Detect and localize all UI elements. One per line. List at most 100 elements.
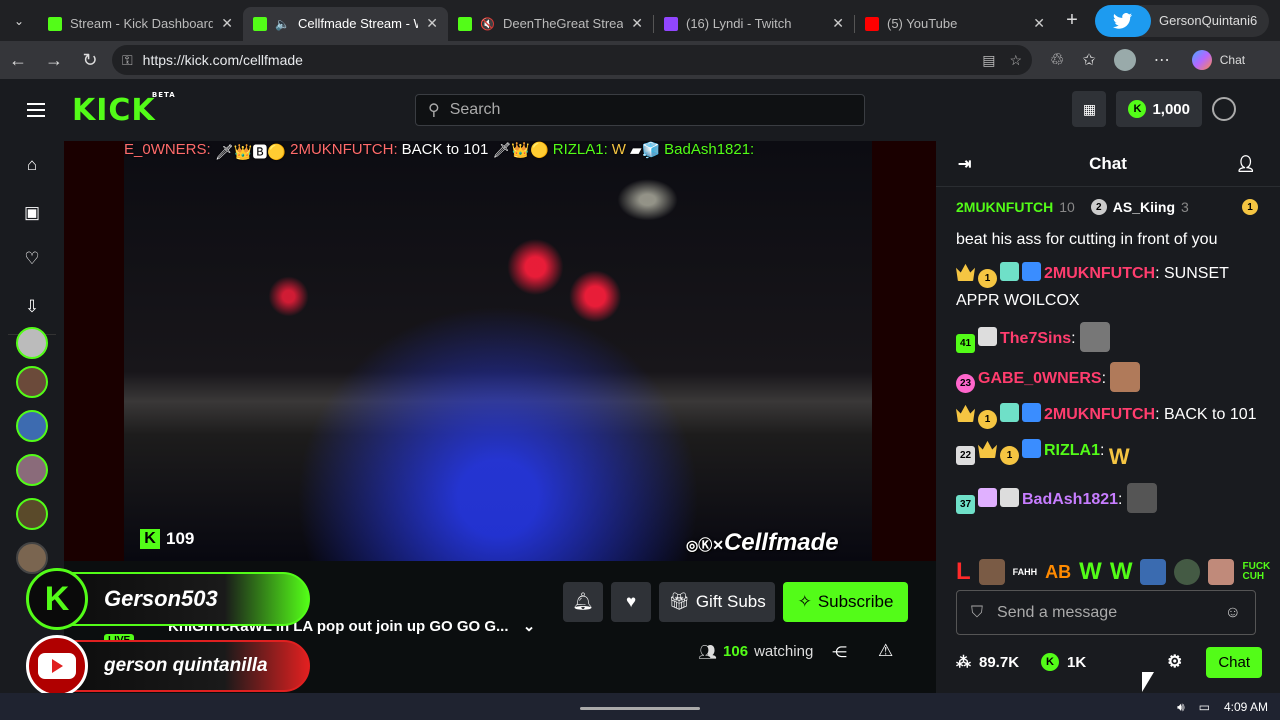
send-chat-button[interactable]: Chat [1206,646,1262,678]
overlay-badges: 🗡👑🟡 [492,142,549,159]
chat-message: 1 2MUKNFUTCH: SUNSET APPR WOILCOX [956,261,1262,313]
copilot-chat-button[interactable]: Chat [1191,50,1245,70]
chat-username[interactable]: BadAsh1821 [1022,491,1118,508]
crown-badge-icon [956,404,975,422]
emote-w[interactable]: W [1110,558,1133,586]
followed-channel-avatar[interactable] [16,498,48,530]
chat-username[interactable]: RIZLA1 [1044,442,1100,459]
following-heart-icon[interactable]: ♡ [22,249,42,269]
gifter-name[interactable]: AS_Kiing [1113,199,1175,215]
favorites-icon[interactable]: ✩ [1082,50,1095,70]
report-warning-icon[interactable]: ⚠ [878,641,893,661]
emote-image[interactable] [1208,559,1235,585]
categories-icon[interactable]: ⇩ [22,297,42,317]
kick-coins-button[interactable]: K 1,000 [1116,91,1202,127]
kick-k-icon: K [26,568,88,630]
hamburger-menu-icon[interactable] [0,103,72,117]
chat-message-input[interactable]: ⛉ Send a message ☺ [956,590,1256,635]
chat-messages: beat his ass for cutting in front of you… [956,227,1262,545]
chevron-down-icon[interactable]: ⌄ [523,618,536,635]
profile-pill[interactable]: GersonQuintani6 [1095,4,1270,37]
site-info-icon[interactable]: ⚿ [122,52,133,69]
battery-icon[interactable]: ▭ [1199,700,1210,715]
close-tab-icon[interactable]: ✕ [1033,15,1045,32]
emote-w[interactable]: W [1079,558,1102,586]
follow-heart-button[interactable]: ♥ [611,582,651,622]
channel-points[interactable]: 89.7K [979,654,1019,671]
followed-channel-avatar[interactable] [16,410,48,442]
overlay-user: 2MUKNFUTCH: [290,141,398,158]
emote-image[interactable] [1140,559,1167,585]
profile-name: GersonQuintani6 [1159,13,1258,28]
settings-gear-icon[interactable]: ⚙ [1167,652,1182,672]
favorite-star-icon[interactable]: ☆ [1009,52,1022,69]
kick-logo[interactable]: KICK BETA [72,91,175,128]
browser-addressbar: ← → ↻ ⚿ https://kick.com/cellfmade ▤ ☆ ♲… [0,41,1280,79]
browse-icon[interactable]: ▣ [22,203,42,223]
viewer-badge: K 109 [140,529,194,549]
gifter-name[interactable]: 2MUKNFUTCH [956,199,1053,215]
tab-deenthegreat[interactable]: 🔇 DeenTheGreat Stream - ✕ [448,7,653,41]
tab-title: DeenTheGreat Stream - [502,16,624,31]
emote-image[interactable] [1174,559,1201,585]
home-icon[interactable]: ⌂ [22,155,42,175]
emote-face[interactable] [978,559,1005,585]
clock[interactable]: 4:09 AM [1224,700,1268,715]
video-player[interactable]: E_0WNERS: 🗡👑🅱🟡 2MUKNFUTCH: BACK to 101 🗡… [64,141,936,561]
muted-speaker-icon[interactable]: 🔇 [480,17,495,31]
close-tab-icon[interactable]: ✕ [832,15,844,32]
tab-cellfmade-stream[interactable]: 🔈 Cellfmade Stream - Wa ✕ [243,6,448,41]
profile-avatar[interactable] [1113,49,1136,71]
search-input[interactable]: ⚲ Search [415,94,865,126]
notification-bell-button[interactable]: 🔔︎ [563,582,603,622]
gift-subs-label: Gift Subs [695,592,766,611]
speaker-icon[interactable]: 🔈 [275,17,290,31]
followed-channel-avatar[interactable] [16,366,48,398]
url-field[interactable]: ⚿ https://kick.com/cellfmade ▤ ☆ [112,45,1032,75]
tab-youtube[interactable]: (5) YouTube ✕ [855,7,1055,41]
taskbar-handle[interactable] [580,707,700,710]
browser-tabbar: ⌄ Stream - Kick Dashboard ✕ 🔈 Cellfmade … [0,0,1280,41]
close-tab-icon[interactable]: ✕ [426,15,438,32]
reader-mode-icon[interactable]: ▤ [982,52,995,69]
chat-username[interactable]: The7Sins [1000,330,1071,347]
chat-username[interactable]: GABE_0WNERS [978,370,1102,387]
kick-favicon-icon [48,16,62,31]
kicks-count[interactable]: 1K [1067,654,1086,671]
tab-twitch-lyndi[interactable]: (16) Lyndi - Twitch ✕ [654,7,854,41]
sub-months-badge: 37 [956,495,975,514]
chat-username[interactable]: 2MUKNFUTCH [1044,406,1155,423]
emote-ab[interactable]: AB [1045,562,1071,583]
kick-favicon-icon [253,16,267,31]
collapse-chat-icon[interactable]: ⇥ [958,154,971,174]
followed-channel-avatar[interactable] [16,327,48,359]
chat-message: 23 GABE_0WNERS: [956,362,1262,393]
chat-username[interactable]: 2MUKNFUTCH [1044,265,1155,282]
tab-kick-dashboard[interactable]: Stream - Kick Dashboard ✕ [38,7,243,41]
chat-users-icon[interactable]: 👤︎ [1236,154,1256,174]
followed-channel-avatar[interactable] [16,454,48,486]
mouse-cursor-icon [1142,672,1154,692]
emote-l[interactable]: L [956,558,971,586]
close-tab-icon[interactable]: ✕ [631,15,643,32]
more-menu-icon[interactable]: ⋯ [1154,50,1170,70]
reload-icon[interactable]: ↻ [72,50,108,71]
subscribe-button[interactable]: ✧ Subscribe [783,582,908,622]
gift-bar-icon [978,327,997,346]
emoji-picker-icon[interactable]: ☺ [1225,604,1241,622]
volume-icon[interactable]: 🔊︎ [1177,700,1185,715]
emote-fahh[interactable]: FAHH [1013,567,1038,577]
user-avatar[interactable] [1212,97,1236,121]
new-tab-plus-icon[interactable]: + [1055,9,1089,32]
gift-subs-button[interactable]: 🎁︎ Gift Subs [659,582,775,622]
dashboard-icon[interactable]: ▦ [1072,91,1107,127]
close-tab-icon[interactable]: ✕ [221,15,233,32]
tab-search-chevron-icon[interactable]: ⌄ [0,0,38,41]
twitter-bird-icon [1095,4,1151,37]
back-arrow-icon[interactable]: ← [0,50,36,71]
emote-fuck-cuh[interactable]: FUCK CUH [1242,562,1270,582]
followed-channel-avatar[interactable] [16,542,48,574]
share-icon[interactable]: ⋲ [832,643,847,661]
forward-arrow-icon[interactable]: → [36,50,72,71]
extensions-icon[interactable]: ♲ [1050,50,1064,70]
